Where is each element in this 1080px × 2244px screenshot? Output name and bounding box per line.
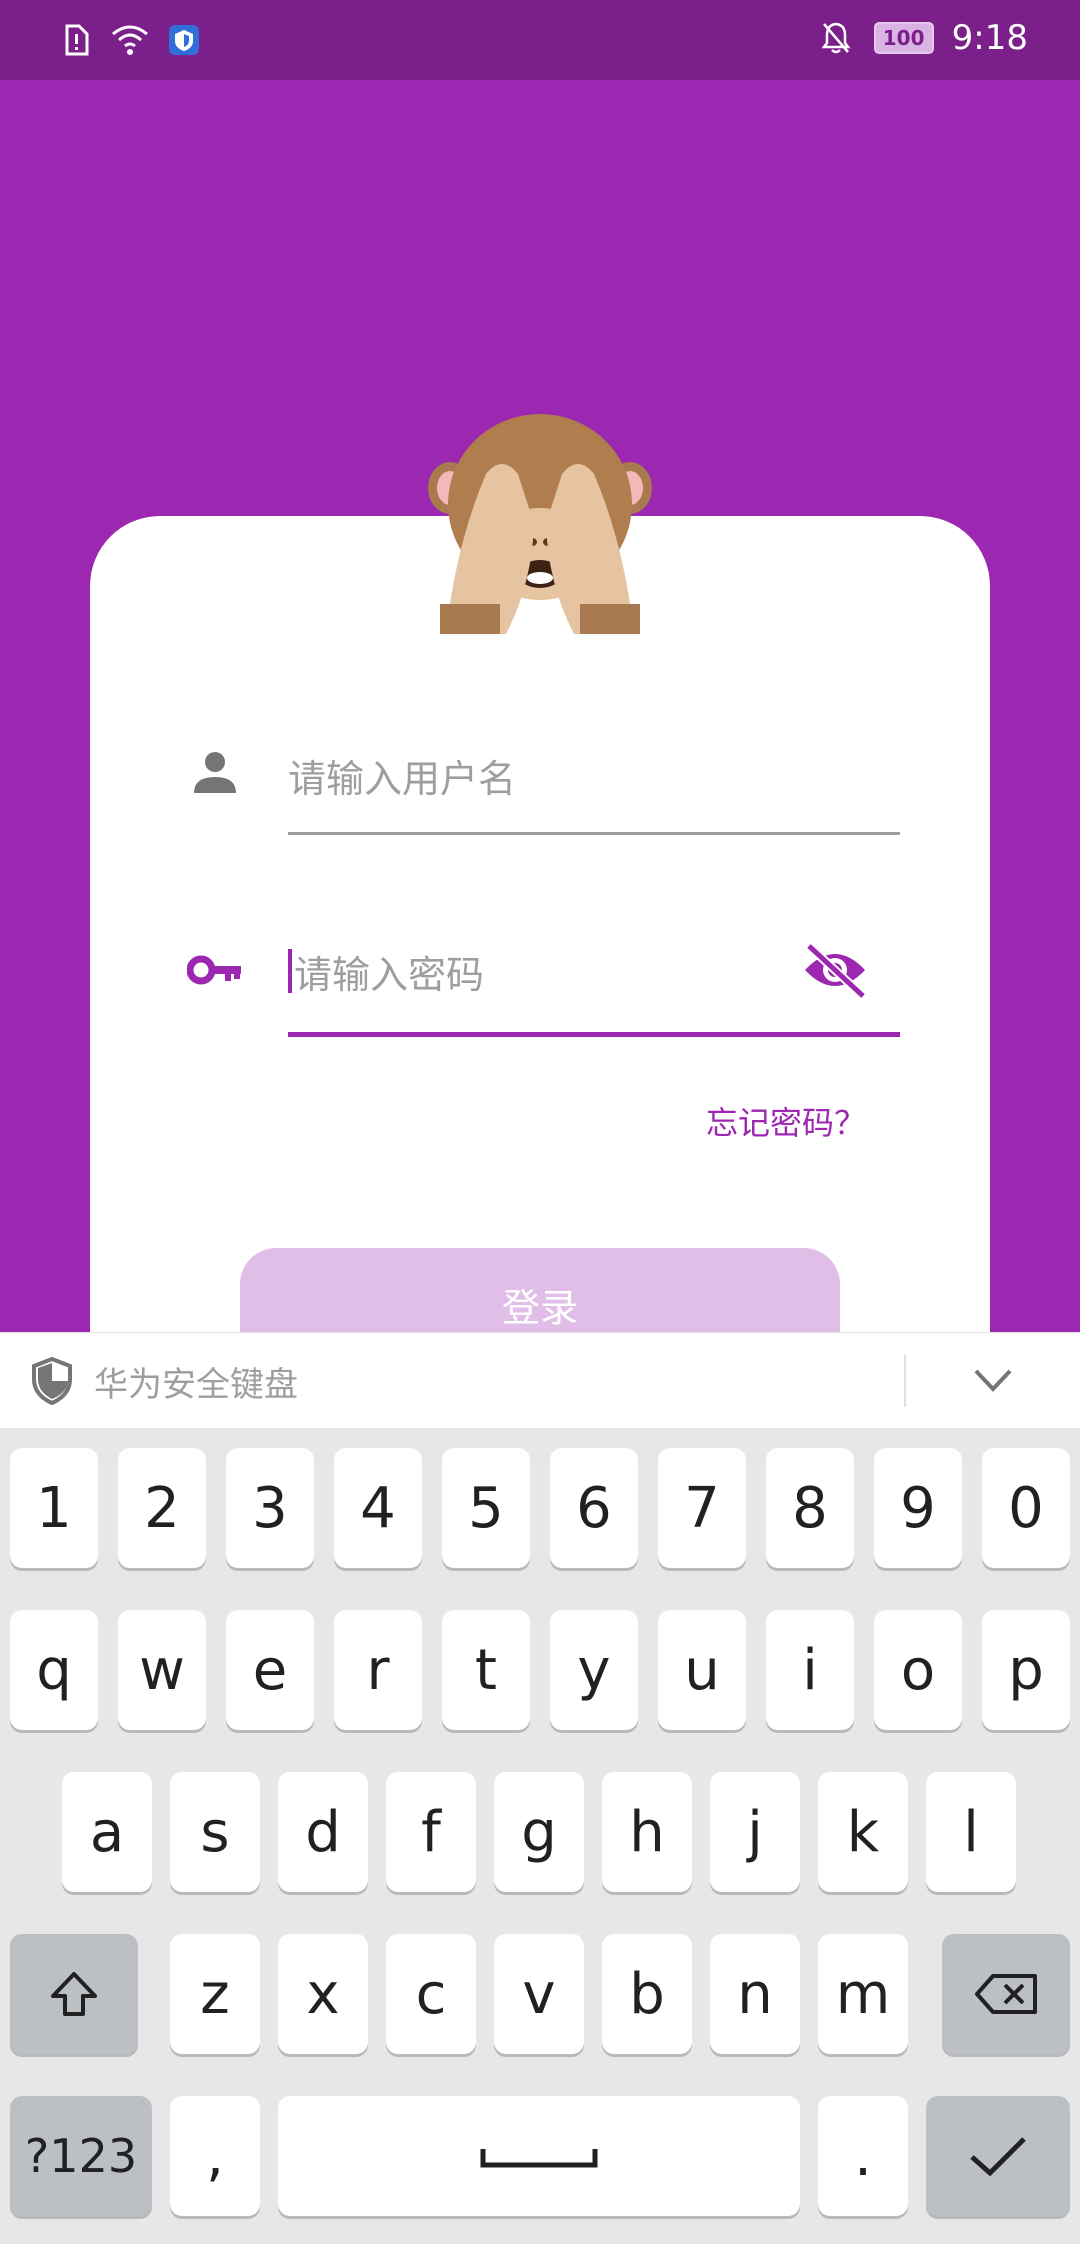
key-6[interactable]: 6 <box>550 1448 638 1568</box>
key-i[interactable]: i <box>766 1610 854 1730</box>
key-s[interactable]: s <box>170 1772 260 1892</box>
key-icon <box>185 940 245 1000</box>
key-c[interactable]: c <box>386 1934 476 2054</box>
key-e[interactable]: e <box>226 1610 314 1730</box>
key-a[interactable]: a <box>62 1772 152 1892</box>
key-3[interactable]: 3 <box>226 1448 314 1568</box>
password-underline <box>288 1032 900 1037</box>
key-2[interactable]: 2 <box>118 1448 206 1568</box>
battery-icon: 100 <box>873 22 934 54</box>
space-bar-icon <box>480 2149 598 2168</box>
key-1[interactable]: 1 <box>10 1448 98 1568</box>
person-icon <box>185 742 245 802</box>
key-x[interactable]: x <box>278 1934 368 2054</box>
key-n[interactable]: n <box>710 1934 800 2054</box>
key-o[interactable]: o <box>874 1610 962 1730</box>
key-0[interactable]: 0 <box>982 1448 1070 1568</box>
key-u[interactable]: u <box>658 1610 746 1730</box>
period-key[interactable]: . <box>818 2096 908 2216</box>
key-r[interactable]: r <box>334 1610 422 1730</box>
username-input[interactable]: 请输入用户名 <box>288 730 900 820</box>
keyboard-header: 华为安全键盘 <box>0 1332 1080 1429</box>
security-shield-icon <box>30 1356 74 1406</box>
key-h[interactable]: h <box>602 1772 692 1892</box>
key-4[interactable]: 4 <box>334 1448 422 1568</box>
shift-key[interactable] <box>10 1934 138 2054</box>
wifi-icon <box>110 20 150 60</box>
key-q[interactable]: q <box>10 1610 98 1730</box>
check-icon <box>970 2137 1026 2177</box>
password-row: 请输入密码 <box>90 926 990 1046</box>
key-w[interactable]: w <box>118 1610 206 1730</box>
sim-alert-icon <box>56 20 96 60</box>
key-z[interactable]: z <box>170 1934 260 2054</box>
key-k[interactable]: k <box>818 1772 908 1892</box>
keyboard: 1 2 3 4 5 6 7 8 9 0 q w e r t y u i o p … <box>0 1428 1080 2244</box>
notifications-off-icon <box>816 18 856 58</box>
key-g[interactable]: g <box>494 1772 584 1892</box>
space-key[interactable] <box>278 2096 800 2216</box>
divider <box>904 1355 906 1407</box>
key-y[interactable]: y <box>550 1610 638 1730</box>
visibility-off-icon[interactable] <box>800 940 870 1000</box>
key-9[interactable]: 9 <box>874 1448 962 1568</box>
backspace-icon <box>975 1974 1037 2014</box>
key-d[interactable]: d <box>278 1772 368 1892</box>
username-row: 请输入用户名 <box>90 730 990 850</box>
key-m[interactable]: m <box>818 1934 908 2054</box>
key-v[interactable]: v <box>494 1934 584 2054</box>
password-placeholder: 请输入密码 <box>294 952 485 997</box>
keyboard-title: 华为安全键盘 <box>94 1365 298 1405</box>
enter-key[interactable] <box>926 2096 1070 2216</box>
key-p[interactable]: p <box>982 1610 1070 1730</box>
see-no-evil-monkey-icon <box>426 414 654 634</box>
comma-key[interactable]: , <box>170 2096 260 2216</box>
key-b[interactable]: b <box>602 1934 692 2054</box>
forgot-password-link[interactable]: 忘记密码？ <box>706 1098 866 1144</box>
backspace-key[interactable] <box>942 1934 1070 2054</box>
key-8[interactable]: 8 <box>766 1448 854 1568</box>
status-bar: 100 9:18 <box>0 0 1080 80</box>
key-5[interactable]: 5 <box>442 1448 530 1568</box>
shift-arrow-icon <box>51 1972 97 2016</box>
status-time: 9:18 <box>951 18 1028 58</box>
username-underline <box>288 832 900 835</box>
symbols-key[interactable]: ?123 <box>10 2096 152 2216</box>
key-f[interactable]: f <box>386 1772 476 1892</box>
shield-app-icon <box>164 20 204 60</box>
key-7[interactable]: 7 <box>658 1448 746 1568</box>
key-j[interactable]: j <box>710 1772 800 1892</box>
key-l[interactable]: l <box>926 1772 1016 1892</box>
text-cursor <box>288 949 292 993</box>
chevron-down-icon[interactable] <box>966 1359 1020 1403</box>
key-t[interactable]: t <box>442 1610 530 1730</box>
